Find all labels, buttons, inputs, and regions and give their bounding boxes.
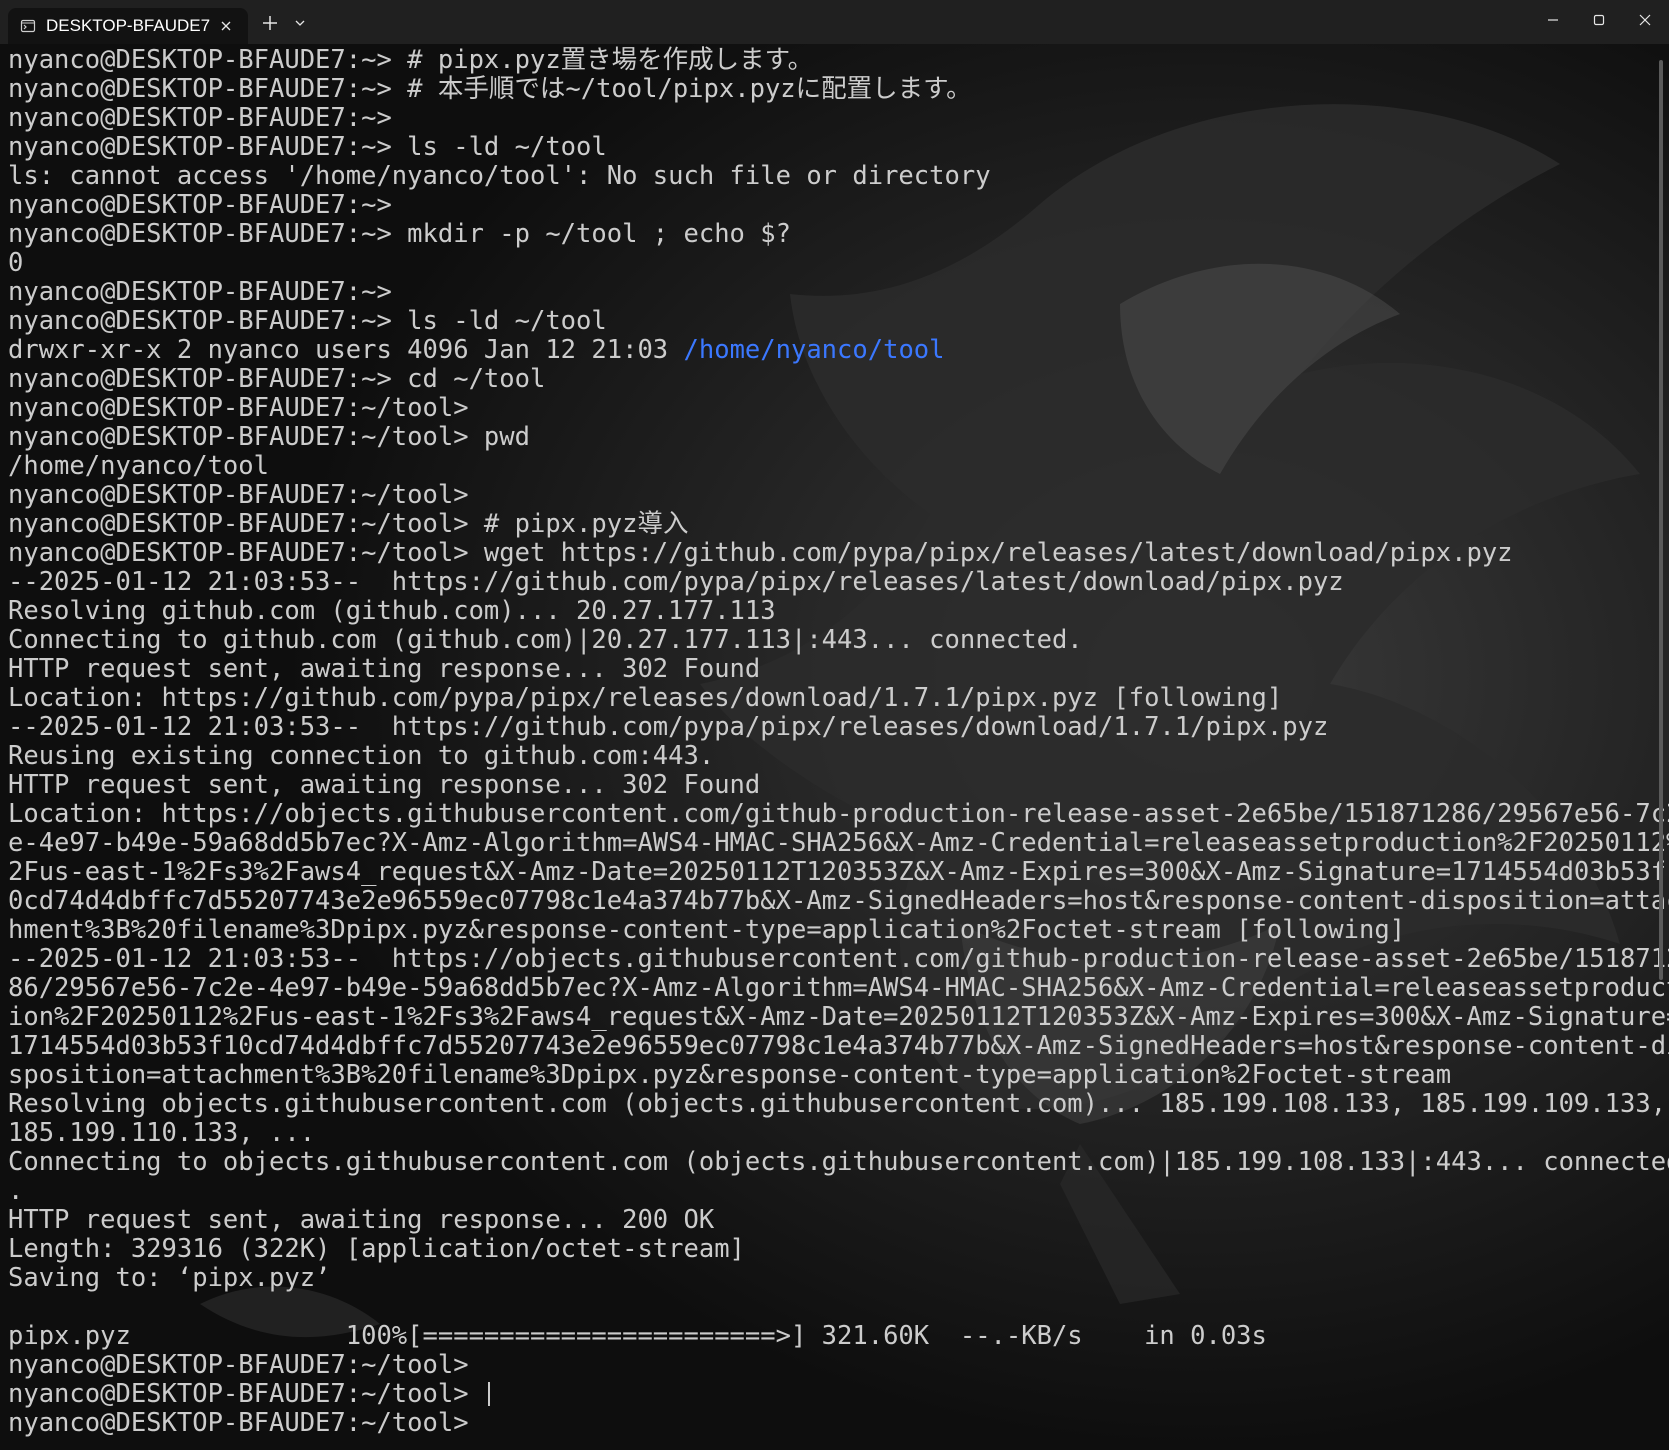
terminal-line: HTTP request sent, awaiting response... … bbox=[8, 654, 761, 684]
terminal-output: nyanco@DESKTOP-BFAUDE7:~> # pipx.pyz置き場を… bbox=[8, 45, 1669, 1438]
maximize-icon[interactable] bbox=[1576, 0, 1622, 40]
terminal-line: nyanco@DESKTOP-BFAUDE7:~> ls -ld ~/tool bbox=[8, 132, 607, 162]
terminal-line: nyanco@DESKTOP-BFAUDE7:~> cd ~/tool bbox=[8, 364, 546, 394]
terminal-line: nyanco@DESKTOP-BFAUDE7:~> bbox=[8, 277, 392, 307]
tab-active[interactable]: DESKTOP-BFAUDE7 bbox=[8, 8, 248, 44]
terminal-line: nyanco@DESKTOP-BFAUDE7:~> bbox=[8, 190, 392, 220]
text-cursor[interactable] bbox=[487, 1382, 490, 1406]
directory-path: /home/nyanco/tool bbox=[683, 335, 945, 365]
terminal-line: Location: https://objects.githubusercont… bbox=[8, 799, 1669, 829]
terminal-line: nyanco@DESKTOP-BFAUDE7:~/tool> pwd bbox=[8, 422, 530, 452]
terminal-line: nyanco@DESKTOP-BFAUDE7:~> mkdir -p ~/too… bbox=[8, 219, 791, 249]
ls-result-line: drwxr-xr-x 2 nyanco users 4096 Jan 12 21… bbox=[8, 336, 1648, 365]
terminal-line: Reusing existing connection to github.co… bbox=[8, 741, 715, 771]
terminal-line: nyanco@DESKTOP-BFAUDE7:~/tool> bbox=[8, 393, 469, 423]
terminal-line: /home/nyanco/tool bbox=[8, 451, 269, 481]
close-icon[interactable] bbox=[216, 16, 236, 36]
terminal-line: nyanco@DESKTOP-BFAUDE7:~/tool> bbox=[8, 1408, 469, 1438]
terminal-line: nyanco@DESKTOP-BFAUDE7:~/tool> bbox=[8, 480, 469, 510]
window-close-icon[interactable] bbox=[1622, 0, 1668, 40]
ls-permissions: drwxr-xr-x 2 nyanco users 4096 Jan 12 21… bbox=[8, 335, 684, 365]
terminal-line: --2025-01-12 21:03:53-- https://github.c… bbox=[8, 567, 1344, 597]
terminal-line: Connecting to github.com (github.com)|20… bbox=[8, 625, 1083, 655]
terminal-line: Resolving objects.githubusercontent.com … bbox=[8, 1089, 1667, 1119]
terminal-line: nyanco@DESKTOP-BFAUDE7:~/tool> wget http… bbox=[8, 538, 1513, 568]
terminal-window: DESKTOP-BFAUDE7 nyanco@DESKTOP-BFAUDE7:~… bbox=[0, 0, 1669, 1450]
terminal-line: 0 bbox=[8, 248, 24, 278]
tab-title: DESKTOP-BFAUDE7 bbox=[46, 16, 211, 35]
terminal-line: HTTP request sent, awaiting response... … bbox=[8, 1205, 715, 1235]
terminal-line: nyanco@DESKTOP-BFAUDE7:~> bbox=[8, 103, 392, 133]
terminal-line: Location: https://github.com/pypa/pipx/r… bbox=[8, 683, 1283, 713]
terminal-line: HTTP request sent, awaiting response... … bbox=[8, 770, 761, 800]
minimize-icon[interactable] bbox=[1530, 0, 1576, 40]
terminal-line: pipx.pyz 100%[=======================>] … bbox=[8, 1321, 1267, 1351]
plus-icon[interactable] bbox=[257, 10, 283, 36]
terminal-line: Saving to: ‘pipx.pyz’ bbox=[8, 1263, 331, 1293]
terminal-pane[interactable]: nyanco@DESKTOP-BFAUDE7:~> # pipx.pyz置き場を… bbox=[0, 44, 1669, 1450]
terminal-line: Connecting to objects.githubusercontent.… bbox=[8, 1147, 1669, 1177]
terminal-line: nyanco@DESKTOP-BFAUDE7:~/tool> bbox=[8, 1350, 469, 1380]
terminal-line: nyanco@DESKTOP-BFAUDE7:~> # 本手順では~/tool/… bbox=[8, 74, 972, 104]
terminal-line: sposition=attachment%3B%20filename%3Dpip… bbox=[8, 1060, 1452, 1090]
active-prompt-line: nyanco@DESKTOP-BFAUDE7:~/tool> bbox=[8, 1380, 1648, 1409]
terminal-line: 185.199.110.133, ... bbox=[8, 1118, 316, 1148]
terminal-line: 0cd74d4dbffc7d55207743e2e96559ec07798c1e… bbox=[8, 886, 1669, 916]
terminal-line: hment%3B%20filename%3Dpipx.pyz&response-… bbox=[8, 915, 1406, 945]
terminal-line: nyanco@DESKTOP-BFAUDE7:~> ls -ld ~/tool bbox=[8, 306, 607, 336]
terminal-icon bbox=[20, 18, 36, 34]
chevron-down-icon[interactable] bbox=[290, 12, 310, 34]
scrollbar[interactable] bbox=[1659, 60, 1663, 980]
prompt: nyanco@DESKTOP-BFAUDE7:~/tool> bbox=[8, 1379, 484, 1409]
terminal-line: ion%2F20250112%2Fus-east-1%2Fs3%2Faws4_r… bbox=[8, 1002, 1669, 1032]
terminal-line: e-4e97-b49e-59a68dd5b7ec?X-Amz-Algorithm… bbox=[8, 828, 1669, 858]
terminal-line: --2025-01-12 21:03:53-- https://objects.… bbox=[8, 944, 1669, 974]
terminal-line: nyanco@DESKTOP-BFAUDE7:~/tool> # pipx.py… bbox=[8, 509, 689, 539]
terminal-line: 2Fus-east-1%2Fs3%2Faws4_request&X-Amz-Da… bbox=[8, 857, 1669, 887]
terminal-line: ls: cannot access '/home/nyanco/tool': N… bbox=[8, 161, 991, 191]
terminal-line: 1714554d03b53f10cd74d4dbffc7d55207743e2e… bbox=[8, 1031, 1669, 1061]
title-bar: DESKTOP-BFAUDE7 bbox=[0, 0, 1669, 44]
terminal-line: Resolving github.com (github.com)... 20.… bbox=[8, 596, 776, 626]
terminal-line: . bbox=[8, 1176, 24, 1206]
terminal-line: --2025-01-12 21:03:53-- https://github.c… bbox=[8, 712, 1329, 742]
terminal-line: Length: 329316 (322K) [application/octet… bbox=[8, 1234, 745, 1264]
terminal-line: 86/29567e56-7c2e-4e97-b49e-59a68dd5b7ec?… bbox=[8, 973, 1669, 1003]
terminal-line: nyanco@DESKTOP-BFAUDE7:~> # pipx.pyz置き場を… bbox=[8, 45, 814, 75]
